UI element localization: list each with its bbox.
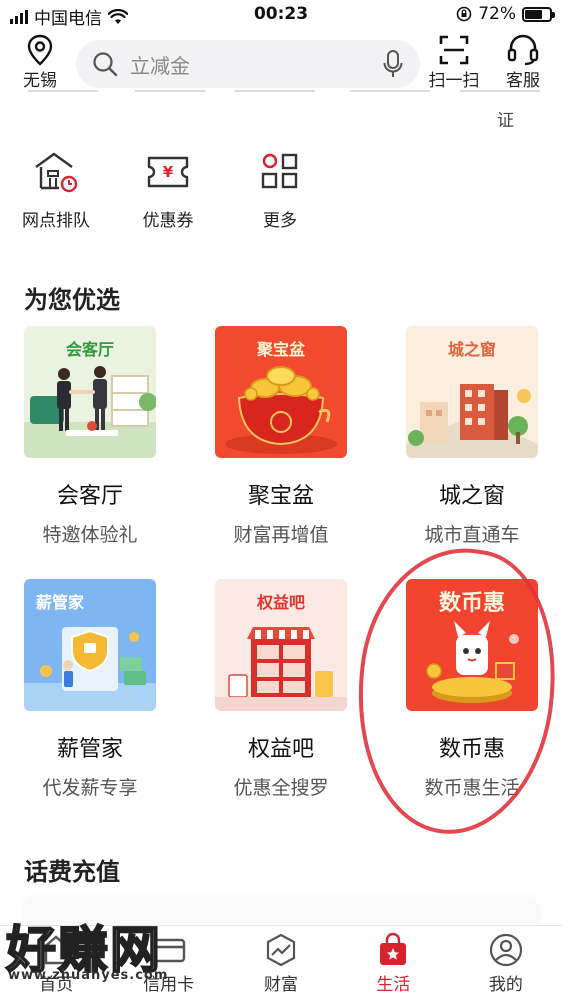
card-subtitle: 优惠全搜罗 — [233, 777, 329, 799]
orientation-lock-icon — [456, 6, 472, 22]
scan-label: 扫一扫 — [428, 71, 480, 91]
recommended-section-title: 为您优选 — [24, 286, 120, 314]
life-page: 中国电信 00:23 72% 无锡 立减金 扫一扫 客服 证 网点排队 ¥ 优惠… — [0, 0, 562, 999]
clipped-item — [350, 90, 430, 92]
card-salary-manager[interactable]: 薪管家 薪管家 代发薪专享 — [24, 579, 156, 800]
scan-icon — [439, 35, 469, 65]
clipped-item — [28, 90, 98, 92]
salary-shield-illustration-icon — [24, 627, 156, 711]
status-bar: 中国电信 00:23 72% — [0, 0, 562, 32]
life-bag-icon — [380, 932, 407, 965]
tab-label: 我的 — [488, 975, 523, 995]
card-name: 薪管家 — [56, 737, 123, 762]
wealth-chart-icon — [266, 933, 296, 967]
city-buildings-illustration-icon — [406, 384, 538, 458]
card-benefits-bar[interactable]: 权益吧 权益吧 优惠全搜罗 — [215, 579, 347, 800]
card-reception-hall[interactable]: 会客厅 会客厅 特邀体验礼 — [24, 326, 156, 547]
clipped-item — [235, 90, 315, 92]
tab-label: 生活 — [376, 975, 411, 995]
card-thumbnail: 权益吧 — [215, 579, 347, 711]
branch-queue-icon — [35, 152, 78, 193]
search-bar[interactable]: 立减金 — [76, 40, 420, 88]
location-label: 无锡 — [23, 71, 57, 91]
customer-service-button[interactable]: 客服 — [493, 34, 553, 91]
search-placeholder: 立减金 — [130, 53, 190, 78]
card-city-window[interactable]: 城之窗 城之窗 城市直通车 — [406, 326, 538, 547]
microphone-icon[interactable] — [382, 49, 404, 79]
location-pin-icon — [27, 34, 53, 66]
headset-icon — [507, 34, 539, 66]
card-thumbnail: 会客厅 — [24, 326, 156, 458]
card-digital-currency[interactable]: 数币惠 数币惠 数币惠生活 — [406, 579, 538, 800]
card-thumbnail: 城之窗 — [406, 326, 538, 458]
quick-actions: 网点排队 ¥ 优惠券 更多 — [0, 150, 562, 240]
card-subtitle: 数币惠生活 — [424, 777, 520, 799]
quick-action-label: 网点排队 — [22, 211, 90, 231]
shop-shelf-illustration-icon — [215, 627, 347, 711]
search-icon — [93, 52, 118, 77]
clipped-item — [135, 90, 205, 92]
quick-action-coupons[interactable]: ¥ 优惠券 — [118, 150, 218, 231]
card-subtitle: 财富再增值 — [233, 524, 329, 546]
card-name: 城之窗 — [438, 484, 505, 509]
scrolled-shortcut-row — [0, 90, 562, 130]
quick-action-label: 更多 — [263, 211, 297, 231]
card-subtitle: 城市直通车 — [424, 524, 520, 546]
battery-fill — [525, 9, 543, 19]
coupon-icon: ¥ — [147, 156, 189, 188]
customer-service-label: 客服 — [506, 71, 540, 91]
card-treasure-bowl[interactable]: 聚宝盆 聚宝盆 财富再增值 — [215, 326, 347, 547]
recharge-section-title: 话费充值 — [24, 858, 120, 886]
mascot-coin-illustration-icon — [426, 621, 519, 703]
tab-label: 财富 — [264, 975, 299, 995]
card-subtitle: 代发薪专享 — [42, 777, 138, 799]
quick-action-more[interactable]: 更多 — [230, 150, 330, 231]
tab-profile[interactable]: 我的 — [450, 926, 562, 999]
battery-icon — [522, 6, 555, 22]
clipped-label-tail: 证 — [497, 111, 514, 131]
more-grid-icon — [261, 153, 298, 189]
card-thumbnail: 薪管家 — [24, 579, 156, 711]
scan-button[interactable]: 扫一扫 — [424, 34, 484, 91]
tab-wealth[interactable]: 财富 — [225, 926, 337, 999]
card-name: 会客厅 — [56, 484, 123, 509]
clipped-item — [460, 90, 540, 92]
location-selector[interactable]: 无锡 — [18, 34, 62, 91]
status-right: 72% — [456, 4, 555, 24]
top-bar: 无锡 立减金 扫一扫 客服 — [0, 32, 562, 94]
quick-action-branch-queue[interactable]: 网点排队 — [6, 150, 106, 231]
svg-text:¥: ¥ — [163, 163, 174, 181]
handshake-illustration-icon — [24, 366, 156, 458]
card-name: 聚宝盆 — [247, 484, 314, 509]
card-subtitle: 特邀体验礼 — [42, 524, 138, 546]
tab-life[interactable]: 生活 — [337, 926, 449, 999]
card-name: 权益吧 — [247, 737, 314, 762]
treasure-bowl-illustration-icon — [225, 366, 337, 454]
site-watermark-url: www.zhuanyes.com — [8, 968, 169, 983]
card-thumbnail: 数币惠 — [406, 579, 538, 711]
battery-percent: 72% — [478, 4, 516, 24]
quick-action-label: 优惠券 — [142, 211, 194, 231]
card-name: 数币惠 — [438, 737, 505, 762]
card-thumbnail: 聚宝盆 — [215, 326, 347, 458]
profile-icon — [489, 933, 522, 967]
